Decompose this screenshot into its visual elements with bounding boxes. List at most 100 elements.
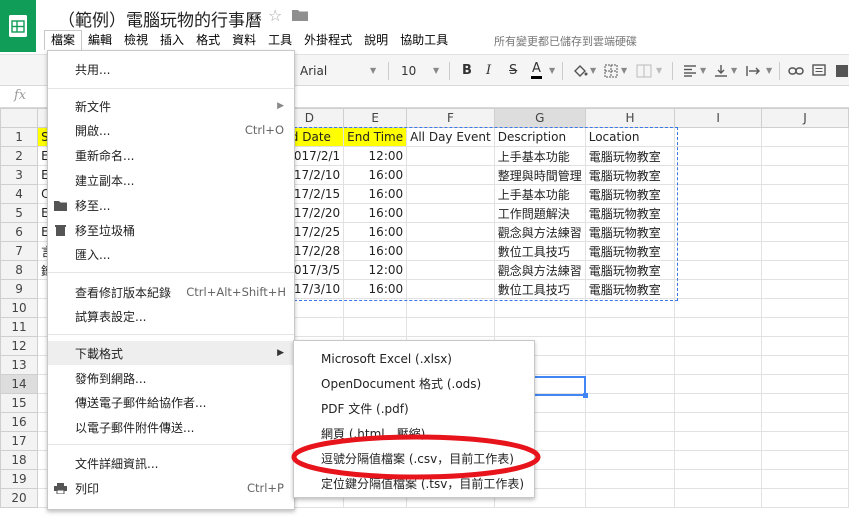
row-header[interactable]: 2: [0, 146, 39, 166]
cell[interactable]: [406, 184, 495, 204]
cell[interactable]: [674, 279, 763, 299]
cell[interactable]: [761, 279, 849, 299]
cell[interactable]: [406, 298, 495, 318]
cell[interactable]: [674, 431, 763, 451]
star-icon[interactable]: ☆: [268, 6, 282, 25]
document-title[interactable]: （範例）電腦玩物的行事曆: [58, 6, 262, 31]
row-header[interactable]: 4: [0, 184, 39, 204]
cell[interactable]: [761, 222, 849, 242]
menu-edit[interactable]: 編輯: [82, 30, 118, 50]
download-html[interactable]: 網頁 (.html，壓縮): [294, 421, 534, 445]
align-left-icon[interactable]: [683, 55, 697, 86]
cell[interactable]: [584, 450, 676, 470]
file-menu-document-details[interactable]: 文件詳細資訊...: [48, 451, 294, 475]
cell[interactable]: [674, 488, 763, 508]
file-menu-download-as[interactable]: 下載格式 ▶: [48, 341, 294, 365]
comment-icon[interactable]: [812, 55, 826, 86]
cell[interactable]: [761, 374, 849, 394]
cell[interactable]: [674, 469, 763, 489]
download-tsv[interactable]: 定位鍵分隔值檔案 (.tsv，目前工作表): [294, 471, 534, 495]
cell[interactable]: 16:00: [343, 222, 408, 242]
chevron-down-icon[interactable]: ▼: [590, 55, 596, 86]
cell[interactable]: 16:00: [343, 203, 408, 223]
row-header[interactable]: 14: [0, 374, 39, 394]
column-header-e[interactable]: E: [343, 108, 408, 128]
cell[interactable]: [761, 355, 849, 375]
cell[interactable]: 電腦玩物教室: [584, 203, 676, 223]
file-menu-email-attachment[interactable]: 以電子郵件附件傳送...: [48, 415, 294, 439]
save-status[interactable]: 所有變更都已儲存到雲端硬碟: [494, 33, 637, 49]
file-menu-move-to[interactable]: 移至...: [48, 193, 294, 217]
cell[interactable]: [761, 241, 849, 261]
row-header[interactable]: 17: [0, 431, 39, 451]
cell[interactable]: [406, 279, 495, 299]
download-pdf[interactable]: PDF 文件 (.pdf): [294, 396, 534, 420]
cell[interactable]: [584, 355, 676, 375]
chevron-down-icon[interactable]: ▼: [621, 55, 627, 86]
file-menu-make-copy[interactable]: 建立副本...: [48, 168, 294, 192]
cell[interactable]: 觀念與方法練習: [493, 260, 586, 280]
file-menu-share[interactable]: 共用...: [48, 57, 294, 81]
vertical-align-icon[interactable]: [714, 55, 728, 86]
cell[interactable]: [761, 260, 849, 280]
cell[interactable]: [406, 222, 495, 242]
cell[interactable]: [674, 298, 763, 318]
cell[interactable]: 16:00: [343, 165, 408, 185]
cell[interactable]: [674, 165, 763, 185]
chevron-down-icon[interactable]: ▼: [549, 55, 555, 86]
cell[interactable]: [674, 260, 763, 280]
cell[interactable]: 16:00: [343, 241, 408, 261]
font-size-select[interactable]: 10: [401, 55, 416, 86]
chevron-down-icon[interactable]: ▼: [700, 55, 706, 86]
cell[interactable]: [674, 412, 763, 432]
cell[interactable]: 電腦玩物教室: [584, 184, 676, 204]
cell[interactable]: [493, 317, 586, 337]
cell[interactable]: 12:00: [343, 260, 408, 280]
row-header[interactable]: 9: [0, 279, 39, 299]
row-header[interactable]: 12: [0, 336, 39, 356]
row-header[interactable]: 3: [0, 165, 39, 185]
cell[interactable]: [584, 298, 676, 318]
file-menu-revision-history[interactable]: 查看修訂版本紀錄 Ctrl+Alt+Shift+H: [48, 280, 294, 304]
file-menu-rename[interactable]: 重新命名...: [48, 143, 294, 167]
menu-tools[interactable]: 工具: [262, 30, 298, 50]
cell[interactable]: [406, 260, 495, 280]
chevron-down-icon[interactable]: ▼: [370, 55, 376, 86]
cell[interactable]: 電腦玩物教室: [584, 146, 676, 166]
cell[interactable]: 整理與時間管理: [493, 165, 586, 185]
cell[interactable]: [761, 450, 849, 470]
cell[interactable]: [674, 317, 763, 337]
row-header[interactable]: 7: [0, 241, 39, 261]
file-menu-import[interactable]: 匯入...: [48, 242, 294, 266]
menu-view[interactable]: 檢視: [118, 30, 154, 50]
cell-header-end-time[interactable]: End Time: [343, 127, 408, 147]
file-menu-spreadsheet-settings[interactable]: 試算表設定...: [48, 304, 294, 328]
row-header[interactable]: 6: [0, 222, 39, 242]
cell[interactable]: [761, 184, 849, 204]
row-header[interactable]: 13: [0, 355, 39, 375]
cell[interactable]: [674, 203, 763, 223]
column-header-i[interactable]: I: [674, 108, 763, 128]
file-menu-email-collaborators[interactable]: 傳送電子郵件給協作者...: [48, 390, 294, 414]
cell[interactable]: [761, 317, 849, 337]
cell[interactable]: [493, 298, 586, 318]
cell[interactable]: 上手基本功能: [493, 184, 586, 204]
cell[interactable]: [761, 298, 849, 318]
row-header[interactable]: 20: [0, 488, 39, 508]
menu-format[interactable]: 格式: [190, 30, 226, 50]
file-menu-open[interactable]: 開啟... Ctrl+O: [48, 118, 294, 142]
cell[interactable]: [406, 317, 495, 337]
strikethrough-icon[interactable]: S: [509, 55, 517, 86]
cell[interactable]: 12:00: [343, 146, 408, 166]
menu-accessibility[interactable]: 協助工具: [394, 30, 454, 50]
menu-insert[interactable]: 插入: [154, 30, 190, 50]
cell[interactable]: [674, 184, 763, 204]
cell[interactable]: [761, 469, 849, 489]
cell[interactable]: 電腦玩物教室: [584, 260, 676, 280]
cell[interactable]: [674, 146, 763, 166]
cell[interactable]: [584, 488, 676, 508]
cell[interactable]: [761, 393, 849, 413]
text-wrap-icon[interactable]: [746, 55, 762, 86]
cell[interactable]: [761, 336, 849, 356]
cell[interactable]: 電腦玩物教室: [584, 241, 676, 261]
